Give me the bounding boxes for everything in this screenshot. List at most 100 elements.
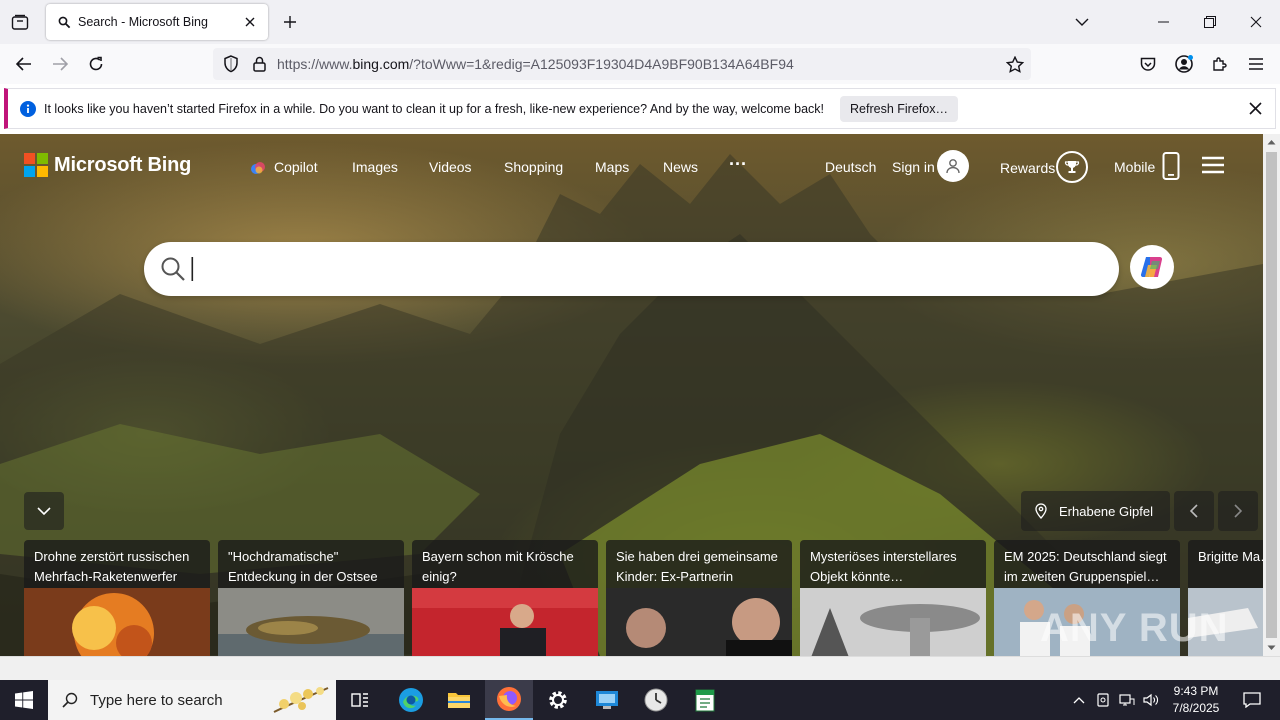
search-icon bbox=[62, 692, 78, 708]
search-highlight-flower-icon bbox=[273, 687, 329, 713]
pocket-button[interactable] bbox=[1134, 50, 1162, 78]
url-text[interactable]: https://www.bing.com/?toWww=1&redig=A125… bbox=[277, 56, 999, 72]
collapse-feed-button[interactable] bbox=[24, 492, 64, 530]
previous-image-button[interactable] bbox=[1174, 491, 1214, 531]
news-title: Sie haben drei gemeinsame Kinder: Ex-Par… bbox=[616, 549, 778, 584]
taskbar-clock-app[interactable] bbox=[632, 680, 680, 720]
lock-icon[interactable] bbox=[247, 56, 271, 72]
mobile-link[interactable]: Mobile bbox=[1114, 159, 1155, 175]
news-title: Bayern schon mit Krösche einig? bbox=[422, 549, 574, 584]
new-tab-button[interactable] bbox=[278, 10, 302, 34]
refresh-firefox-notification: It looks like you haven’t started Firefo… bbox=[4, 88, 1276, 129]
minimize-button[interactable] bbox=[1141, 0, 1187, 44]
news-card[interactable]: Drohne zerstört russischen Mehrfach-Rake… bbox=[24, 540, 210, 656]
nav-maps[interactable]: Maps bbox=[595, 159, 629, 175]
chevron-down-icon bbox=[37, 507, 51, 515]
news-image bbox=[606, 588, 792, 656]
user-icon bbox=[946, 159, 960, 174]
hamburger-menu-icon[interactable] bbox=[1202, 156, 1224, 174]
page-scrollbar[interactable] bbox=[1263, 134, 1280, 656]
reload-icon bbox=[89, 56, 103, 71]
text-caret bbox=[191, 257, 194, 281]
reload-button[interactable] bbox=[82, 50, 110, 78]
edge-icon bbox=[399, 688, 423, 712]
taskbar-firefox[interactable] bbox=[485, 680, 533, 720]
chevron-left-icon bbox=[1190, 504, 1198, 518]
tray-network-icon[interactable] bbox=[1116, 680, 1138, 720]
news-title: Mysteriöses interstellares Objekt könnte… bbox=[810, 549, 957, 584]
task-view-icon bbox=[351, 693, 368, 707]
firefox-view-button[interactable] bbox=[8, 10, 32, 34]
taskbar-file-explorer[interactable] bbox=[435, 680, 483, 720]
search-input[interactable] bbox=[194, 254, 1094, 284]
account-button[interactable] bbox=[1170, 50, 1198, 78]
news-card[interactable]: "Hochdramatische" Entdeckung in der Osts… bbox=[218, 540, 404, 656]
search-box[interactable] bbox=[144, 242, 1119, 296]
list-all-tabs-button[interactable] bbox=[1070, 10, 1094, 34]
restore-icon bbox=[1204, 16, 1216, 28]
taskbar-search-placeholder: Type here to search bbox=[90, 691, 223, 709]
scroll-down-icon bbox=[1267, 645, 1276, 650]
taskbar-network-app[interactable] bbox=[583, 680, 631, 720]
nav-news[interactable]: News bbox=[663, 159, 698, 175]
sign-in-link[interactable]: Sign in bbox=[892, 159, 935, 175]
taskbar-search-box[interactable]: Type here to search bbox=[48, 680, 336, 720]
firefox-view-icon bbox=[11, 14, 29, 30]
notification-close-button[interactable] bbox=[1245, 98, 1265, 118]
info-icon bbox=[20, 100, 36, 117]
monitor-app-icon bbox=[596, 691, 618, 709]
refresh-firefox-button[interactable]: Refresh Firefox… bbox=[840, 95, 958, 122]
restore-button[interactable] bbox=[1187, 0, 1233, 44]
close-icon bbox=[1248, 101, 1262, 115]
taskbar-notepad-app[interactable] bbox=[681, 680, 729, 720]
tab-close-button[interactable] bbox=[240, 12, 260, 32]
tray-volume-icon[interactable] bbox=[1140, 680, 1162, 720]
forward-button[interactable] bbox=[46, 50, 74, 78]
next-image-button[interactable] bbox=[1218, 491, 1258, 531]
chevron-up-icon bbox=[1073, 696, 1085, 703]
action-center-button[interactable] bbox=[1232, 680, 1272, 720]
bing-logo[interactable]: Microsoft Bing bbox=[24, 153, 191, 177]
close-window-button[interactable] bbox=[1233, 0, 1279, 44]
scrollbar-thumb[interactable] bbox=[1266, 152, 1277, 638]
copilot-icon bbox=[251, 162, 265, 174]
nav-copilot[interactable]: Copilot bbox=[274, 159, 318, 175]
show-hidden-icons-button[interactable] bbox=[1068, 680, 1090, 720]
news-card[interactable]: Bayern schon mit Krösche einig? bbox=[412, 540, 598, 656]
tray-device-icon[interactable] bbox=[1092, 680, 1114, 720]
bing-homepage: Microsoft Bing Copilot Images Videos Sho… bbox=[0, 134, 1263, 656]
start-button[interactable] bbox=[0, 680, 48, 720]
notification-message: It looks like you haven’t started Firefo… bbox=[44, 101, 825, 116]
app-menu-button[interactable] bbox=[1242, 50, 1270, 78]
chevron-right-icon bbox=[1234, 504, 1242, 518]
copilot-search-button[interactable] bbox=[1130, 245, 1174, 289]
nav-images[interactable]: Images bbox=[352, 159, 398, 175]
nav-more-button[interactable]: ··· bbox=[729, 154, 747, 175]
back-button[interactable] bbox=[10, 50, 38, 78]
taskbar-clock[interactable]: 9:43 PM 7/8/2025 bbox=[1164, 683, 1228, 717]
news-image bbox=[412, 588, 598, 656]
image-location-button[interactable]: Erhabene Gipfel bbox=[1021, 491, 1170, 531]
language-link[interactable]: Deutsch bbox=[825, 159, 876, 175]
close-icon bbox=[245, 17, 255, 27]
tracking-protection-icon[interactable] bbox=[215, 55, 247, 73]
device-icon bbox=[1097, 693, 1109, 707]
extensions-button[interactable] bbox=[1206, 50, 1234, 78]
taskbar-settings[interactable] bbox=[534, 680, 582, 720]
rewards-link[interactable]: Rewards bbox=[1000, 160, 1055, 176]
news-card[interactable]: Mysteriöses interstellares Objekt könnte… bbox=[800, 540, 986, 656]
url-bar[interactable]: https://www.bing.com/?toWww=1&redig=A125… bbox=[213, 48, 1031, 80]
nav-shopping[interactable]: Shopping bbox=[504, 159, 563, 175]
active-tab[interactable]: Search - Microsoft Bing bbox=[46, 4, 268, 40]
bookmark-star-button[interactable] bbox=[999, 55, 1031, 73]
taskbar-edge[interactable] bbox=[387, 680, 435, 720]
clock-date: 7/8/2025 bbox=[1172, 701, 1220, 715]
image-location-label: Erhabene Gipfel bbox=[1059, 503, 1153, 519]
sign-in-avatar[interactable] bbox=[937, 150, 969, 182]
nav-videos[interactable]: Videos bbox=[429, 159, 472, 175]
news-card[interactable]: Sie haben drei gemeinsame Kinder: Ex-Par… bbox=[606, 540, 792, 656]
rewards-trophy-icon[interactable] bbox=[1056, 151, 1088, 183]
task-view-button[interactable] bbox=[336, 680, 384, 720]
mobile-phone-icon[interactable] bbox=[1162, 152, 1180, 180]
news-image bbox=[800, 588, 986, 656]
